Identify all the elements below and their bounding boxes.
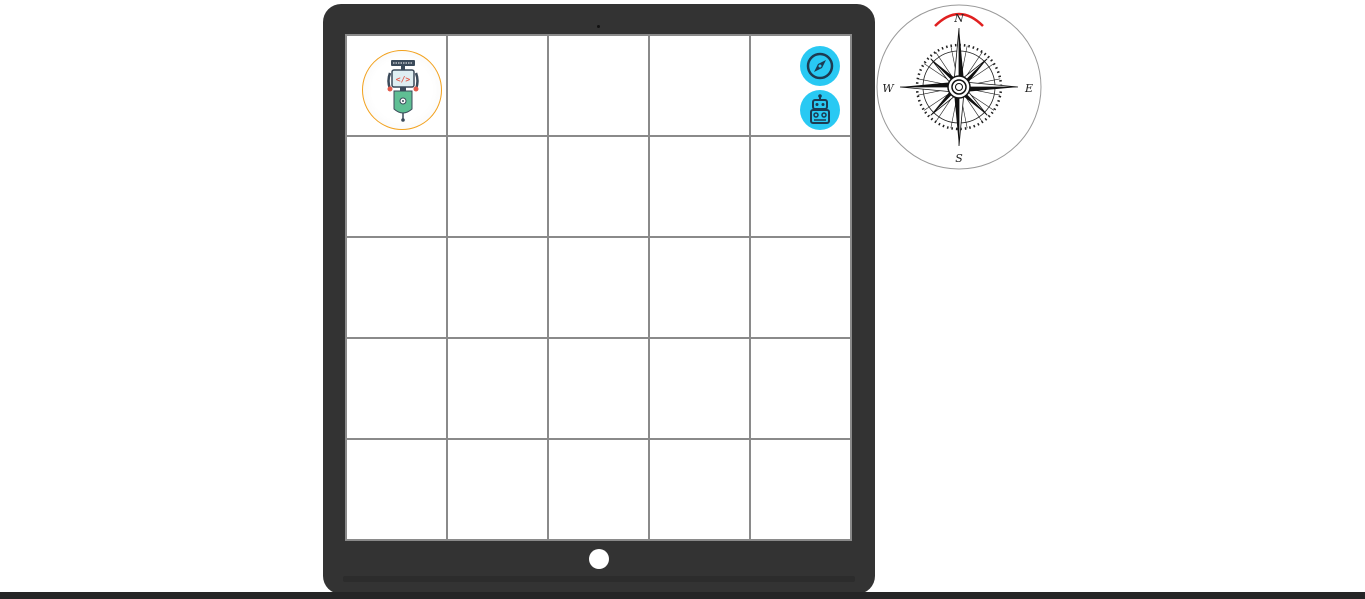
board-cell-r5-c5[interactable] (750, 439, 851, 540)
board-cell-r2-c2[interactable] (447, 136, 548, 237)
board-cell-r2-c3[interactable] (548, 136, 649, 237)
coder-robot-icon: </> (387, 60, 419, 122)
robot-code-glyph: </> (396, 75, 411, 84)
tablet-frame: </> (323, 4, 875, 594)
compass-label-north: N (953, 12, 964, 25)
board-cell-r5-c3[interactable] (548, 439, 649, 540)
board-cell-r2-c5[interactable] (750, 136, 851, 237)
board-cell-r5-c1[interactable] (346, 439, 447, 540)
compass-label-south: S (955, 152, 963, 165)
compass-rose: N S E W (876, 4, 1042, 170)
board-cell-r4-c2[interactable] (447, 338, 548, 439)
robot-token[interactable]: </> (362, 50, 442, 130)
board-cell-r1-c4[interactable] (649, 35, 750, 136)
bottom-taskbar (0, 592, 1365, 599)
tablet-bottom-bezel (343, 576, 855, 582)
board-cell-r4-c1[interactable] (346, 338, 447, 439)
board-cell-r2-c4[interactable] (649, 136, 750, 237)
home-button[interactable] (589, 549, 609, 569)
compass-label-west: W (882, 82, 895, 95)
board-cell-r3-c5[interactable] (750, 237, 851, 338)
board-cell-r2-c1[interactable] (346, 136, 447, 237)
board-cell-r3-c4[interactable] (649, 237, 750, 338)
compass-rose-icon: N S E W (876, 4, 1042, 170)
compass-icon (806, 52, 834, 80)
board-cell-r4-c4[interactable] (649, 338, 750, 439)
tablet-camera (597, 25, 600, 28)
board-cell-r3-c1[interactable] (346, 237, 447, 338)
board-cell-r1-c1[interactable]: </> (346, 35, 447, 136)
game-board: </> (345, 34, 852, 541)
compass-label-east: E (1024, 82, 1033, 95)
robot-button[interactable] (800, 90, 840, 130)
board-cell-r4-c5[interactable] (750, 338, 851, 439)
board-cell-r4-c3[interactable] (548, 338, 649, 439)
board-cell-r1-c2[interactable] (447, 35, 548, 136)
board-cell-r5-c4[interactable] (649, 439, 750, 540)
compass-button[interactable] (800, 46, 840, 86)
board-cell-r1-c5[interactable] (750, 35, 851, 136)
board-cell-r1-c3[interactable] (548, 35, 649, 136)
robot-icon (810, 94, 830, 124)
board-cell-r5-c2[interactable] (447, 439, 548, 540)
board-cell-r3-c2[interactable] (447, 237, 548, 338)
board-cell-r3-c3[interactable] (548, 237, 649, 338)
